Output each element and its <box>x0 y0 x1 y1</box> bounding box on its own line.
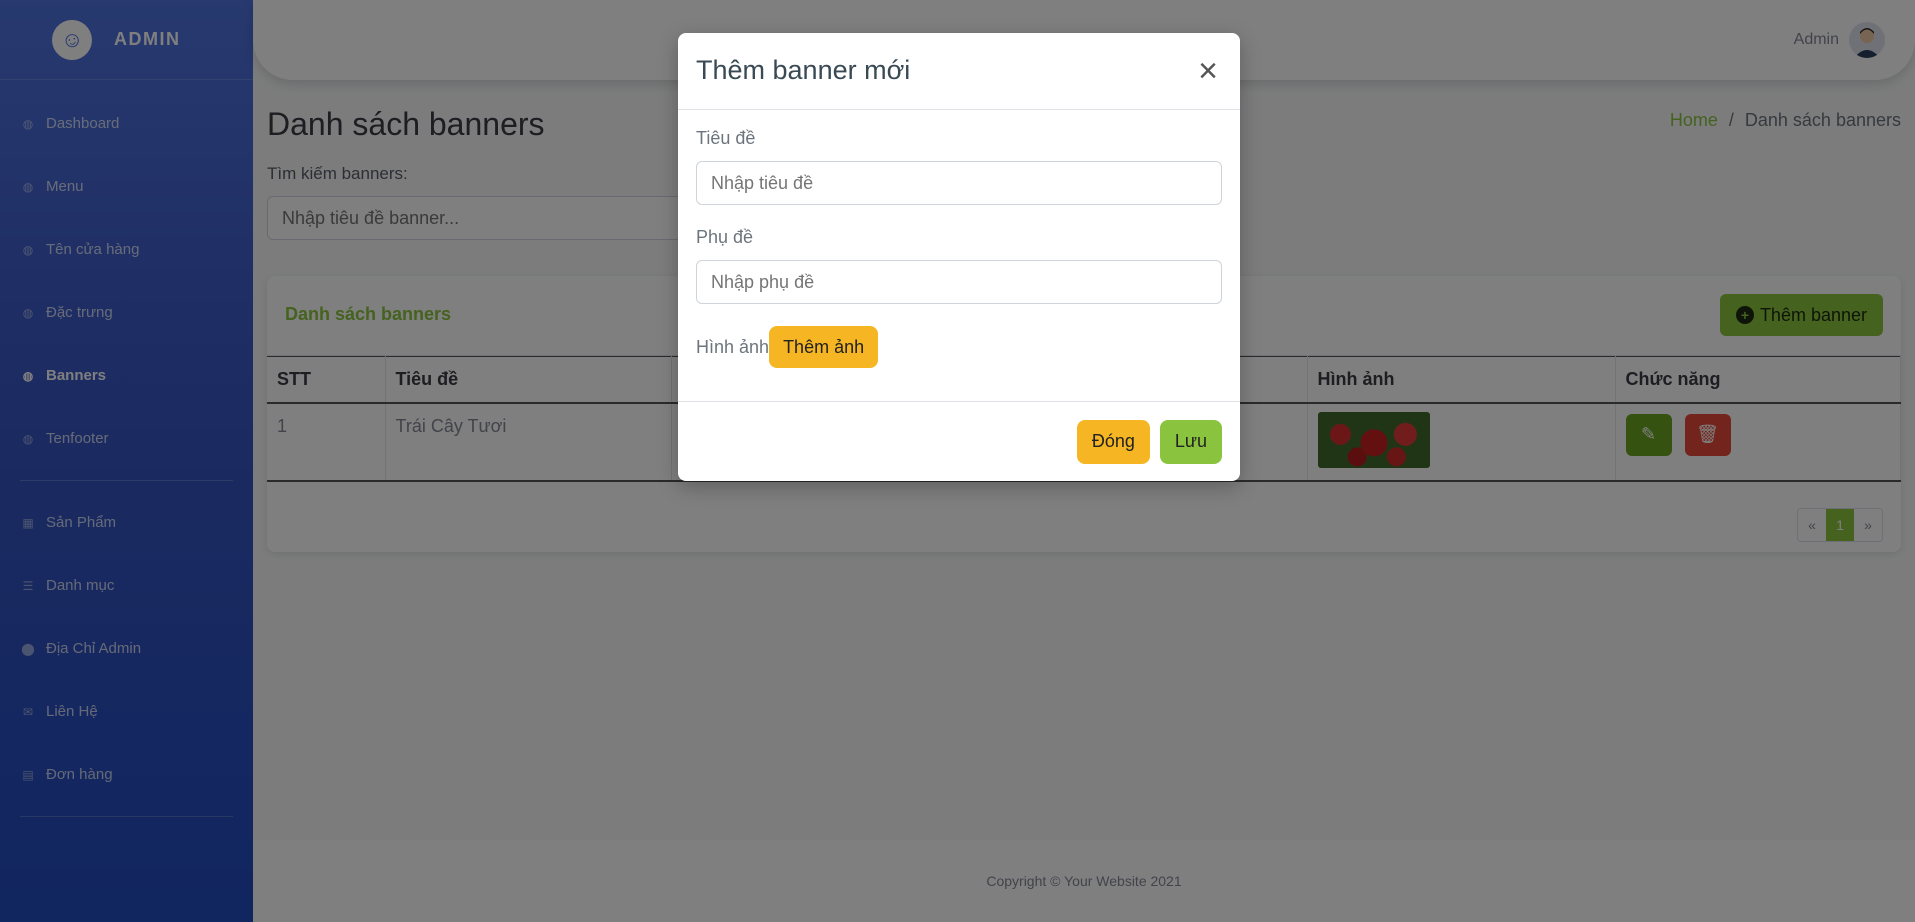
add-image-button[interactable]: Thêm ảnh <box>769 326 879 368</box>
title-field-label: Tiêu đề <box>696 128 756 148</box>
image-row: Hình ảnh Thêm ảnh <box>696 326 1222 368</box>
close-icon[interactable]: × <box>1190 53 1226 89</box>
modal-body: Tiêu đề Phụ đề Hình ảnh Thêm ảnh <box>678 110 1240 368</box>
title-field[interactable] <box>696 161 1222 205</box>
save-button[interactable]: Lưu <box>1159 419 1222 464</box>
modal-header: Thêm banner mới × <box>678 33 1240 110</box>
add-banner-modal: Thêm banner mới × Tiêu đề Phụ đề Hình ản… <box>678 33 1240 481</box>
modal-footer: Đóng Lưu <box>678 401 1240 481</box>
modal-title: Thêm banner mới <box>696 55 911 85</box>
subtitle-field[interactable] <box>696 260 1222 304</box>
image-field-label: Hình ảnh <box>696 336 770 357</box>
close-button[interactable]: Đóng <box>1076 419 1150 464</box>
subtitle-field-label: Phụ đề <box>696 227 754 247</box>
